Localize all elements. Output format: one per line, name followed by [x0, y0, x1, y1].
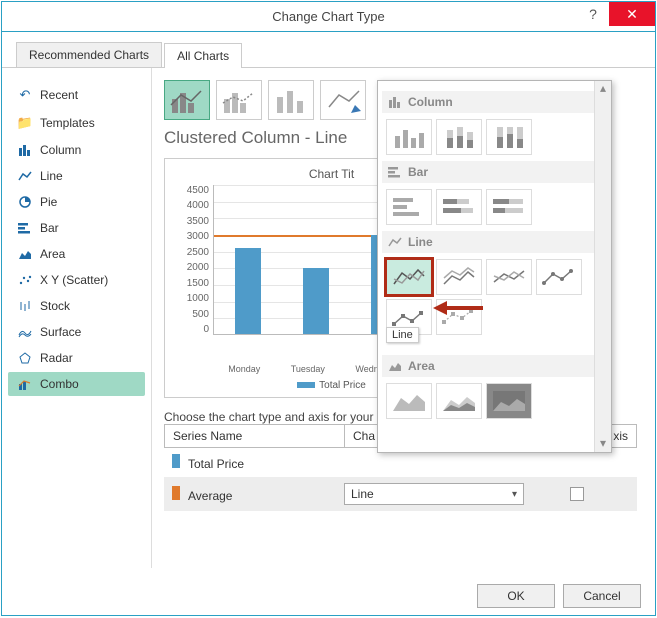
- nav-stock[interactable]: Stock: [8, 294, 145, 318]
- subtype-custom[interactable]: [320, 80, 366, 120]
- chart-type-gallery: Column Bar Line: [377, 80, 612, 453]
- subtype-column-line-secondary[interactable]: [216, 80, 262, 120]
- surface-icon: [16, 326, 34, 338]
- area-icon: [16, 248, 34, 260]
- nav-radar[interactable]: Radar: [8, 346, 145, 370]
- scatter-icon: [16, 274, 34, 286]
- header-series-name: Series Name: [165, 425, 345, 447]
- gallery-group-bar: Bar: [382, 161, 607, 183]
- series-row-average: Average Line ▾: [164, 477, 637, 511]
- radar-icon: [16, 352, 34, 364]
- secondary-axis-checkbox-average[interactable]: [570, 487, 584, 501]
- y-axis-labels: 450040003500300025002000150010005000: [177, 185, 213, 335]
- dialog-body: ↶Recent 📁Templates Column Line Pie Bar A…: [2, 68, 655, 568]
- gallery-item-line-markers[interactable]: [536, 259, 582, 295]
- gallery-item-100-stacked-area[interactable]: [486, 383, 532, 419]
- close-button[interactable]: ✕: [609, 2, 655, 26]
- line-icon: [388, 236, 402, 248]
- titlebar: Change Chart Type ? ✕: [2, 2, 655, 32]
- gallery-item-100-stacked-bar[interactable]: [486, 189, 532, 225]
- nav-surface[interactable]: Surface: [8, 320, 145, 344]
- gallery-item-stacked-line[interactable]: [436, 259, 482, 295]
- subtype-stacked-area-column[interactable]: [268, 80, 314, 120]
- nav-recent[interactable]: ↶Recent: [8, 82, 145, 108]
- cancel-button[interactable]: Cancel: [563, 584, 641, 608]
- bar-icon: [16, 222, 34, 234]
- gallery-item-100-stacked-line[interactable]: [486, 259, 532, 295]
- nav-area[interactable]: Area: [8, 242, 145, 266]
- line-icon: [16, 170, 34, 182]
- nav-scatter[interactable]: X Y (Scatter): [8, 268, 145, 292]
- area-icon: [388, 360, 402, 372]
- tabs: Recommended Charts All Charts: [2, 32, 655, 68]
- series-swatch-orange: [172, 486, 180, 500]
- gallery-tooltip: Line: [386, 327, 419, 343]
- series-swatch-blue: [172, 454, 180, 468]
- tab-recommended-charts[interactable]: Recommended Charts: [16, 42, 162, 67]
- chevron-down-icon: ▾: [512, 489, 517, 500]
- gallery-item-clustered-column[interactable]: [386, 119, 432, 155]
- dialog-title: Change Chart Type: [2, 9, 655, 24]
- nav-pie[interactable]: Pie: [8, 190, 145, 214]
- recent-icon: ↶: [16, 87, 34, 103]
- bar-tuesday: [303, 268, 329, 334]
- chart-category-list: ↶Recent 📁Templates Column Line Pie Bar A…: [2, 68, 152, 568]
- nav-combo[interactable]: Combo: [8, 372, 145, 396]
- ok-button[interactable]: OK: [477, 584, 555, 608]
- dialog-footer: OK Cancel: [477, 584, 641, 608]
- gallery-item-clustered-bar[interactable]: [386, 189, 432, 225]
- change-chart-type-dialog: Change Chart Type ? ✕ Recommended Charts…: [1, 1, 656, 616]
- gallery-item-area[interactable]: [386, 383, 432, 419]
- bar-icon: [388, 166, 402, 178]
- nav-column[interactable]: Column: [8, 138, 145, 162]
- stock-icon: [16, 300, 34, 312]
- gallery-item-line[interactable]: [386, 259, 432, 295]
- bar-monday: [235, 248, 261, 334]
- nav-templates[interactable]: 📁Templates: [8, 110, 145, 136]
- legend-swatch-totalprice: [297, 382, 315, 388]
- tab-all-charts[interactable]: All Charts: [164, 43, 242, 68]
- gallery-item-stacked-bar[interactable]: [436, 189, 482, 225]
- gallery-item-100-stacked-column[interactable]: [486, 119, 532, 155]
- gallery-item-stacked-column[interactable]: [436, 119, 482, 155]
- gallery-group-area: Area: [382, 355, 607, 377]
- gallery-scrollbar[interactable]: ▴ ▾: [594, 81, 611, 452]
- column-icon: [388, 96, 402, 108]
- nav-line[interactable]: Line: [8, 164, 145, 188]
- gallery-group-line: Line: [382, 231, 607, 253]
- nav-bar[interactable]: Bar: [8, 216, 145, 240]
- chart-type-dropdown-average[interactable]: Line ▾: [344, 483, 524, 505]
- right-panel: Clustered Column - Line Chart Tit 450040…: [152, 68, 655, 568]
- gallery-item-stacked-area[interactable]: [436, 383, 482, 419]
- pie-icon: [16, 196, 34, 208]
- subtype-clustered-column-line[interactable]: [164, 80, 210, 120]
- combo-icon: [16, 378, 34, 390]
- column-icon: [16, 144, 34, 156]
- gallery-item-100-stacked-line-markers[interactable]: [436, 299, 482, 335]
- gallery-group-column: Column: [382, 91, 607, 113]
- help-button[interactable]: ?: [577, 2, 609, 26]
- folder-icon: 📁: [16, 115, 34, 131]
